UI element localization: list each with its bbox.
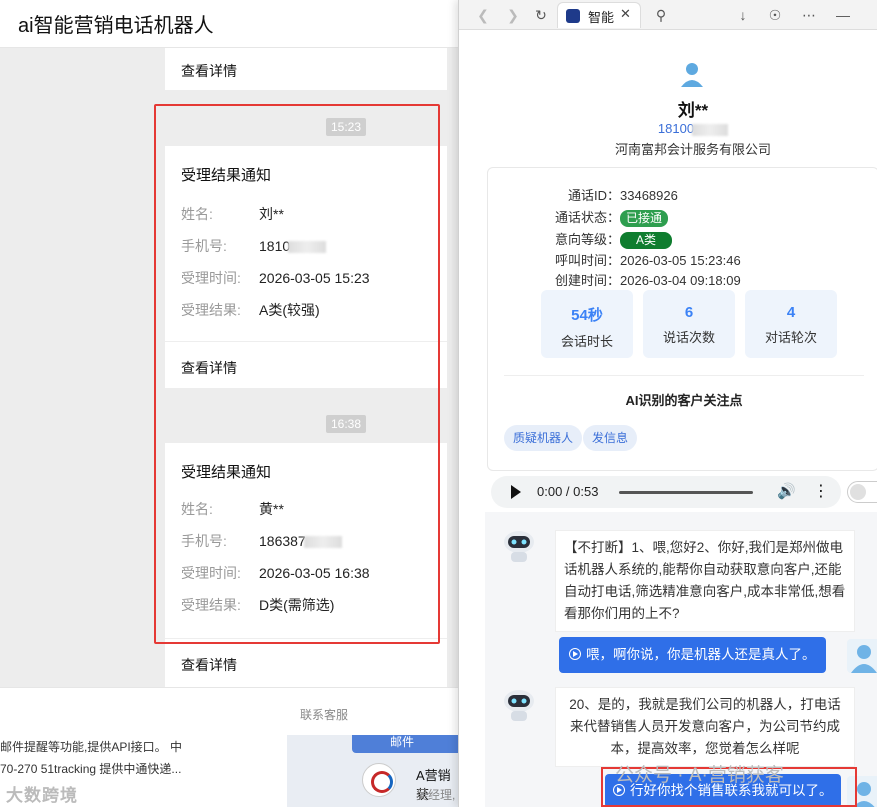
contact-service-button[interactable]: 联系客服 <box>300 706 348 723</box>
more-options-icon[interactable]: ⋮ <box>813 481 829 501</box>
toggle-switch[interactable] <box>847 481 877 503</box>
audio-player: 0:00 / 0:53 🔊 ⋮ <box>491 476 841 508</box>
stat-speak-count: 6 说话次数 <box>643 290 735 358</box>
phone-number: 18100 <box>657 121 695 136</box>
customer-phone[interactable]: 18100 <box>459 121 877 136</box>
intent-badge: A类 <box>620 232 673 249</box>
browser-toolbar: ❮ ❯ ↻ 智能 ✕ ⚲ ↓ ☉ ⋯ — <box>459 0 877 30</box>
stat-label: 对话轮次 <box>764 330 817 345</box>
user-message: 喂，啊你说，你是机器人还是真人了。 <box>559 637 826 673</box>
stat-label: 说话次数 <box>662 330 715 345</box>
call-detail-window: ❮ ❯ ↻ 智能 ✕ ⚲ ↓ ☉ ⋯ — 刘** 18100 河南富邦会计服务有… <box>458 0 877 807</box>
notification-window: ai智能营销电话机器人 查看详情 15:23 受理结果通知 姓名: 刘** 手机号… <box>0 0 462 807</box>
call-status-row: 通话状态： 已接通 <box>504 207 669 227</box>
background-text: 70-270 51tracking 提供中通快递... <box>0 762 182 776</box>
more-icon[interactable]: ⋯ <box>799 5 819 25</box>
view-details-link[interactable]: 查看详情 <box>165 61 237 81</box>
call-time-label: 呼叫时间： <box>554 253 620 268</box>
prev-card: 查看详情 <box>165 48 447 90</box>
call-status-label: 通话状态： <box>554 210 620 225</box>
robot-avatar-icon <box>504 531 534 562</box>
app-title: ai智能营销电话机器人 <box>18 15 214 37</box>
focus-chip[interactable]: 质疑机器人 <box>504 425 583 451</box>
call-info-card: 通话ID：33468926 通话状态： 已接通 意向等级： A类 呼叫时间：2026… <box>487 167 877 471</box>
call-id-label: 通话ID： <box>567 188 620 203</box>
divider <box>504 375 864 376</box>
create-time-label: 创建时间： <box>554 273 620 288</box>
call-time-row: 呼叫时间：2026-03-05 15:23:46 <box>504 250 741 269</box>
stat-label: 会话时长 <box>560 334 613 349</box>
background-list-item: 邮件 <box>352 735 462 753</box>
tab-label: 智能 <box>588 10 615 25</box>
stat-value: 54秒 <box>571 307 603 324</box>
download-icon[interactable]: ↓ <box>733 5 753 25</box>
customer-company: 河南富邦会计服务有限公司 <box>614 142 771 157</box>
minimize-icon[interactable]: — <box>833 5 853 25</box>
reload-icon[interactable]: ↻ <box>531 5 551 25</box>
user-avatar-icon <box>847 639 877 673</box>
stat-rounds: 4 对话轮次 <box>745 290 837 358</box>
focus-title: AI识别的客户关注点 <box>625 393 743 408</box>
focus-chip[interactable]: 发信息 <box>583 425 638 451</box>
background-text: 邮件提醒等功能,提供API接口。 中 <box>0 740 183 754</box>
robot-avatar-icon <box>504 690 534 721</box>
intent-label: 意向等级： <box>554 232 620 247</box>
call-id-value: 33468926 <box>620 188 678 203</box>
globe-icon[interactable]: ☉ <box>765 5 785 25</box>
create-time-row: 创建时间：2026-03-04 09:18:09 <box>504 270 741 289</box>
title-bar: ai智能营销电话机器人 <box>0 0 462 48</box>
customer-avatar-icon <box>681 63 703 87</box>
stat-value: 4 <box>786 304 796 321</box>
bot-message: 【不打断】1、喂,您好2、你好,我们是郑州做电话机器人系统的,能帮你自动获取意向… <box>555 530 855 632</box>
close-icon[interactable]: ✕ <box>620 6 631 22</box>
background-item-sub: 吴经理, <box>416 788 456 802</box>
redaction <box>692 123 729 136</box>
stat-duration: 54秒会话时长 <box>541 290 633 358</box>
intent-row: 意向等级： A类 <box>504 229 673 249</box>
browser-tab[interactable]: 智能 ✕ <box>557 2 641 28</box>
call-time-value: 2026-03-05 15:23:46 <box>620 253 741 268</box>
notice-footer: 查看详情 <box>165 639 447 687</box>
forward-icon[interactable]: ❯ <box>503 5 523 25</box>
play-icon[interactable] <box>569 648 581 660</box>
watermark: 公众号 · A·营销获客 <box>615 765 784 786</box>
tab-favicon-icon <box>566 9 580 23</box>
contact-bar: 联系客服 <box>0 687 462 739</box>
highlight-box <box>154 104 440 644</box>
status-badge: 已接通 <box>620 210 669 227</box>
call-id-row: 通话ID：33468926 <box>504 185 678 204</box>
volume-icon[interactable]: 🔊 <box>777 482 796 500</box>
user-message-text: 喂，啊你说，你是机器人还是真人了。 <box>586 647 816 662</box>
search-icon[interactable]: ⚲ <box>651 5 671 25</box>
back-icon[interactable]: ❮ <box>473 5 493 25</box>
view-details-link[interactable]: 查看详情 <box>165 655 237 675</box>
watermark: 大数跨境 <box>6 786 78 805</box>
audio-progress-bar[interactable] <box>619 491 753 494</box>
chat-transcript: 【不打断】1、喂,您好2、你好,我们是郑州做电话机器人系统的,能帮你自动获取意向… <box>485 512 877 807</box>
create-time-value: 2026-03-04 09:18:09 <box>620 273 741 288</box>
play-icon[interactable] <box>511 485 521 499</box>
customer-name: 刘** <box>677 101 709 120</box>
audio-time: 0:00 / 0:53 <box>537 484 599 499</box>
company-logo <box>362 763 396 797</box>
stat-value: 6 <box>684 304 694 321</box>
bot-message: 20、是的，我就是我们公司的机器人，打电话来代替销售人员开发意向客户，为公司节约… <box>555 687 855 767</box>
